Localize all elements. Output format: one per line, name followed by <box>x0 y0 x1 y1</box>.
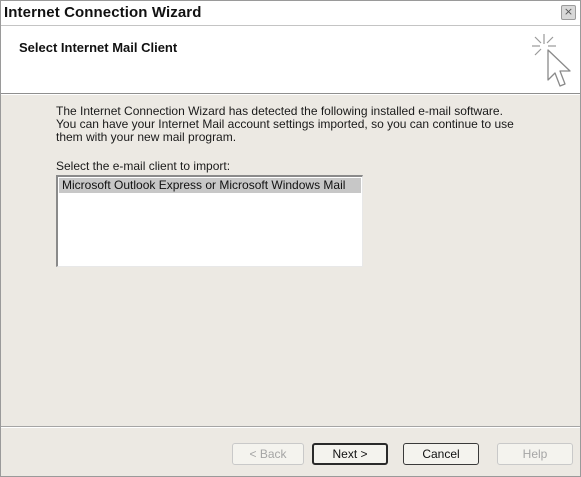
wizard-window: Internet Connection Wizard × Select Inte… <box>0 0 581 477</box>
window-title: Internet Connection Wizard <box>4 4 202 21</box>
description-text: The Internet Connection Wizard has detec… <box>56 104 514 144</box>
next-button[interactable]: Next > <box>312 443 388 465</box>
email-client-listbox[interactable]: Microsoft Outlook Express or Microsoft W… <box>56 175 363 267</box>
close-button[interactable]: × <box>561 5 576 20</box>
button-separator <box>1 426 580 428</box>
header-divider <box>1 94 580 95</box>
cancel-button[interactable]: Cancel <box>403 443 479 465</box>
client-select-label: Select the e-mail client to import: <box>56 159 231 173</box>
page-title: Select Internet Mail Client <box>19 40 178 55</box>
title-bar[interactable]: Internet Connection Wizard × <box>1 1 580 26</box>
help-button[interactable]: Help <box>497 443 573 465</box>
wizard-cursor-icon <box>532 34 571 87</box>
back-button[interactable]: < Back <box>232 443 304 465</box>
list-item-outlook-express[interactable]: Microsoft Outlook Express or Microsoft W… <box>59 178 361 193</box>
wizard-header: Select Internet Mail Client <box>1 26 580 94</box>
